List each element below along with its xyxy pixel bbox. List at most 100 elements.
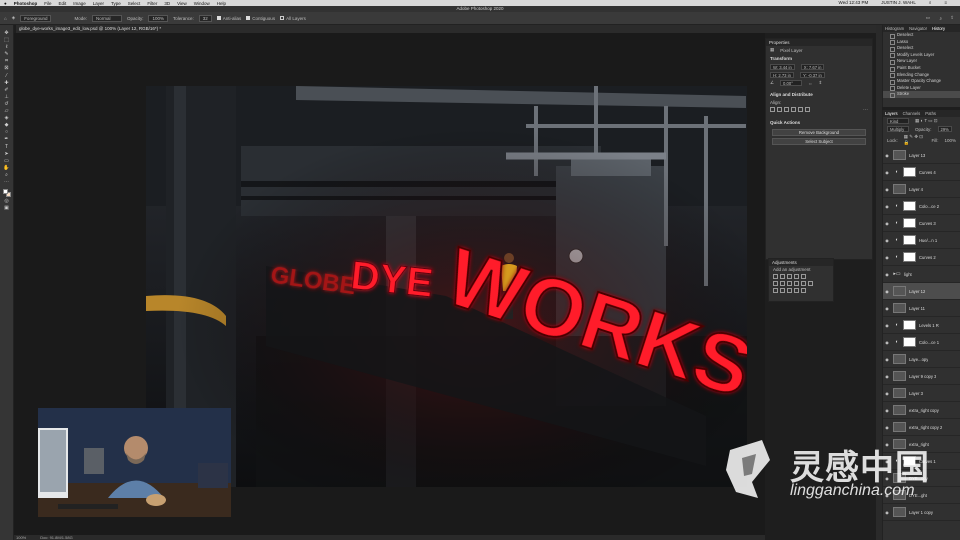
paint-bucket-icon[interactable]: ◈ bbox=[12, 15, 15, 21]
apple-icon[interactable]: ● bbox=[4, 1, 7, 6]
visibility-eye-icon[interactable]: ◉ bbox=[883, 204, 891, 209]
stamp-tool-icon[interactable]: ⊥ bbox=[3, 94, 11, 101]
visibility-eye-icon[interactable]: ◉ bbox=[883, 391, 891, 396]
layer-row[interactable]: ◉ ◐ Colo...ce 1 bbox=[883, 334, 960, 351]
workspace-icon[interactable]: ▭ bbox=[926, 15, 930, 21]
width-field[interactable]: W: 3.44 in bbox=[770, 64, 795, 70]
visibility-eye-icon[interactable]: ◉ bbox=[883, 340, 891, 345]
tolerance-field[interactable]: 32 bbox=[198, 14, 212, 22]
exposure-icon[interactable] bbox=[794, 274, 799, 279]
quick-mask-icon[interactable]: ◎ bbox=[3, 198, 11, 205]
photo-filter-icon[interactable] bbox=[794, 281, 799, 286]
flip-horizontal-icon[interactable]: ⇔ bbox=[808, 81, 813, 86]
history-item[interactable]: Delete Layer bbox=[883, 85, 960, 92]
visibility-eye-icon[interactable]: ◉ bbox=[883, 510, 891, 515]
tab-histogram[interactable]: Histogram bbox=[885, 25, 904, 32]
layer-thumbnail[interactable] bbox=[893, 388, 906, 398]
tab-history[interactable]: History bbox=[932, 25, 945, 32]
angle-field[interactable]: 0.00° bbox=[780, 80, 803, 86]
paint-bucket-tool-icon[interactable]: ◈ bbox=[3, 116, 11, 122]
layer-opacity-field[interactable]: 29% bbox=[937, 126, 952, 132]
doc-size[interactable]: Doc: 91.8M/1.58G bbox=[40, 535, 72, 540]
eyedropper-tool-icon[interactable]: ⁄ bbox=[3, 73, 11, 80]
document-canvas[interactable]: GLOBE DYE WORKS bbox=[146, 86, 747, 487]
menu-3d[interactable]: 3D bbox=[164, 1, 170, 6]
invert-icon[interactable] bbox=[773, 288, 778, 293]
properties-tab[interactable]: Properties bbox=[766, 39, 872, 46]
history-brush-tool-icon[interactable]: ↺ bbox=[3, 101, 11, 108]
brush-tool-icon[interactable]: ✐ bbox=[3, 87, 11, 94]
remove-background-button[interactable]: Remove Background bbox=[772, 129, 866, 136]
tab-layers[interactable]: Layers bbox=[885, 110, 898, 117]
select-subject-button[interactable]: Select Subject bbox=[772, 138, 866, 145]
rectangle-tool-icon[interactable]: ▭ bbox=[3, 158, 11, 165]
posterize-icon[interactable] bbox=[780, 288, 785, 293]
anti-alias-checkbox[interactable]: Anti-alias bbox=[216, 15, 241, 21]
history-item[interactable]: Modify Levels Layer bbox=[883, 52, 960, 59]
y-field[interactable]: Y: -0.37 in bbox=[799, 72, 825, 78]
quick-select-tool-icon[interactable]: ✎ bbox=[3, 52, 11, 58]
kind-filter-select[interactable]: Kind bbox=[887, 118, 909, 124]
user-name[interactable]: JUSTIN J. WAHL bbox=[881, 0, 916, 5]
visibility-eye-icon[interactable]: ◉ bbox=[883, 306, 891, 311]
visibility-eye-icon[interactable]: ◉ bbox=[883, 221, 891, 226]
marquee-tool-icon[interactable]: ⬚ bbox=[3, 38, 11, 44]
layer-mask-thumbnail[interactable] bbox=[903, 201, 916, 211]
eraser-tool-icon[interactable]: ▱ bbox=[3, 109, 11, 115]
screen-mode-icon[interactable]: ▣ bbox=[3, 205, 11, 212]
layer-thumbnail[interactable] bbox=[893, 371, 906, 381]
visibility-eye-icon[interactable]: ◉ bbox=[883, 374, 891, 379]
channel-mixer-icon[interactable] bbox=[801, 281, 806, 286]
layer-row[interactable]: ◉ extra_right copy 2 bbox=[883, 419, 960, 436]
vibrance-icon[interactable] bbox=[801, 274, 806, 279]
adjustments-tab[interactable]: Adjustments bbox=[769, 259, 833, 266]
history-item[interactable]: New Layer bbox=[883, 58, 960, 65]
menu-file[interactable]: File bbox=[44, 1, 51, 6]
zoom-level[interactable]: 100% bbox=[16, 535, 26, 540]
filter-icons[interactable]: ▦ ◐ T ▭ ⊡ bbox=[915, 118, 938, 124]
document-tab[interactable]: globe_dye-works_image3_edit_low.psd @ 10… bbox=[16, 25, 876, 33]
menu-filter[interactable]: Filter bbox=[147, 1, 157, 6]
history-item[interactable]: Master Opacity Change bbox=[883, 78, 960, 85]
all-layers-checkbox[interactable]: All Layers bbox=[280, 15, 306, 21]
color-swatches[interactable] bbox=[2, 189, 11, 198]
layer-row[interactable]: ◉ ◐ Curves 2 bbox=[883, 249, 960, 266]
tab-navigator[interactable]: Navigator bbox=[909, 25, 927, 32]
layer-thumbnail[interactable] bbox=[893, 184, 906, 194]
align-bottom-icon[interactable] bbox=[805, 107, 810, 112]
visibility-eye-icon[interactable]: ◉ bbox=[883, 170, 891, 175]
black-white-icon[interactable] bbox=[787, 281, 792, 286]
lock-icons[interactable]: ▦ ✎ ✥ ⊡ 🔒 bbox=[904, 134, 926, 146]
levels-icon[interactable] bbox=[780, 274, 785, 279]
align-center-icon[interactable] bbox=[777, 107, 782, 112]
layer-thumbnail[interactable] bbox=[893, 150, 906, 160]
visibility-eye-icon[interactable]: ◉ bbox=[883, 187, 891, 192]
fill-source-select[interactable]: Foreground bbox=[20, 14, 52, 22]
zoom-tool-icon[interactable]: ⌕ bbox=[3, 172, 11, 179]
menu-layer[interactable]: Layer bbox=[93, 1, 104, 6]
visibility-eye-icon[interactable]: ◉ bbox=[883, 425, 891, 430]
dodge-tool-icon[interactable]: ○ bbox=[3, 130, 11, 136]
hand-tool-icon[interactable]: ✋ bbox=[3, 165, 11, 172]
healing-tool-icon[interactable]: ✚ bbox=[3, 80, 11, 87]
blend-mode-select[interactable]: Multiply bbox=[887, 126, 909, 132]
tab-paths[interactable]: Paths bbox=[925, 110, 936, 117]
align-left-icon[interactable] bbox=[770, 107, 775, 112]
layer-row[interactable]: ◉ Layer 1 copy bbox=[883, 504, 960, 521]
layer-mask-thumbnail[interactable] bbox=[903, 218, 916, 228]
layer-row[interactable]: ◉ ◐ Curves 3 bbox=[883, 215, 960, 232]
height-field[interactable]: H: 2.73 in bbox=[770, 72, 794, 78]
contiguous-checkbox[interactable]: Contiguous bbox=[246, 15, 275, 21]
visibility-eye-icon[interactable]: ◉ bbox=[883, 323, 891, 328]
opacity-field[interactable]: 100% bbox=[148, 14, 168, 22]
menu-help[interactable]: Help bbox=[217, 1, 226, 6]
menu-select[interactable]: Select bbox=[128, 1, 141, 6]
flip-vertical-icon[interactable]: ⇕ bbox=[819, 80, 823, 86]
mode-select[interactable]: Normal bbox=[91, 14, 122, 22]
layer-mask-thumbnail[interactable] bbox=[903, 235, 916, 245]
history-item[interactable]: Deselect bbox=[883, 32, 960, 39]
layer-row[interactable]: ◉ Layer 9 copy 3 bbox=[883, 368, 960, 385]
brightness-icon[interactable] bbox=[773, 274, 778, 279]
color-balance-icon[interactable] bbox=[780, 281, 785, 286]
color-lookup-icon[interactable] bbox=[808, 281, 813, 286]
